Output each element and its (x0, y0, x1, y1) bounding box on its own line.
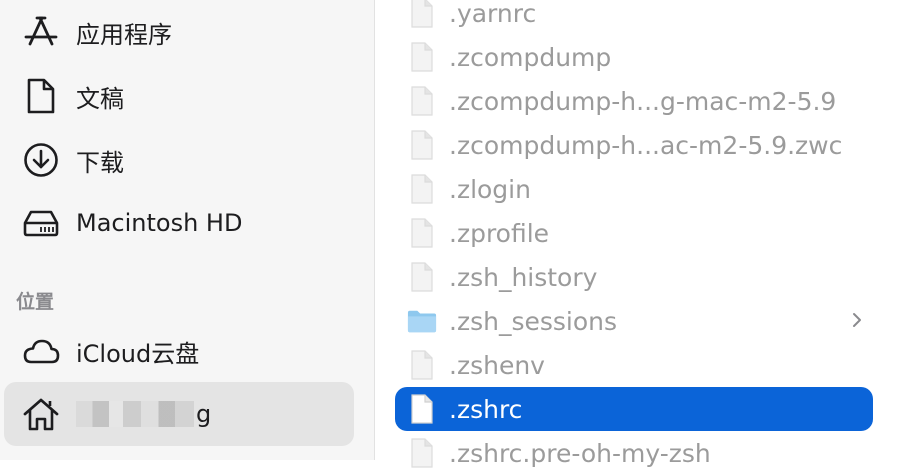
sidebar-item-label: iCloud云盘 (76, 339, 200, 368)
list-item[interactable]: .zcompdump-h...g-mac-m2-5.9 (395, 79, 873, 123)
redacted-username (76, 401, 194, 427)
list-item[interactable]: .zshrc.pre-oh-my-zsh (395, 431, 873, 475)
file-name: .zcompdump-h...ac-m2-5.9.zwc (449, 130, 843, 160)
file-icon (407, 436, 437, 470)
file-name: .zprofile (449, 218, 550, 248)
sidebar-item-label: 下载 (76, 148, 124, 177)
download-icon (20, 139, 62, 181)
list-item[interactable]: .zsh_sessions (395, 299, 873, 343)
file-icon (407, 392, 437, 426)
file-icon (407, 84, 437, 118)
file-icon (407, 172, 437, 206)
sidebar-item-downloads[interactable]: 下载 (4, 128, 354, 192)
file-icon (407, 216, 437, 250)
file-name: .zlogin (449, 174, 531, 204)
sidebar-item-label: 文稿 (76, 84, 124, 113)
file-name: .zsh_sessions (449, 306, 618, 336)
list-item[interactable]: .yarnrc (395, 0, 873, 35)
file-icon (407, 0, 437, 30)
sidebar-item-label: 应用程序 (76, 20, 172, 49)
applications-icon (20, 11, 62, 53)
list-item[interactable]: .zlogin (395, 167, 873, 211)
sidebar-item-applications[interactable]: 应用程序 (4, 0, 354, 64)
file-icon (407, 348, 437, 382)
list-item[interactable]: .zshenv (395, 343, 873, 387)
list-item[interactable]: .zsh_history (395, 255, 873, 299)
document-icon (20, 75, 62, 117)
sidebar-item-icloud[interactable]: iCloud云盘 (4, 319, 354, 383)
list-item-selected[interactable]: .zshrc (395, 387, 873, 431)
cloud-icon (20, 330, 62, 372)
section-header-locations: 位置 (16, 291, 55, 313)
file-name: .zcompdump (449, 42, 612, 72)
chevron-right-icon (849, 309, 865, 331)
file-icon (407, 128, 437, 162)
file-name: .yarnrc (449, 0, 537, 28)
file-name: .zshrc (449, 394, 523, 424)
list-item[interactable]: .zcompdump (395, 35, 873, 79)
file-icon (407, 40, 437, 74)
sidebar-item-macintosh-hd[interactable]: Macintosh HD (4, 191, 354, 255)
drive-icon (20, 202, 62, 244)
sidebar-item-label: g (196, 400, 212, 428)
sidebar-item-home[interactable]: g (4, 382, 354, 446)
file-name: .zcompdump-h...g-mac-m2-5.9 (449, 86, 837, 116)
file-name: .zshrc.pre-oh-my-zsh (449, 438, 711, 468)
file-icon (407, 260, 437, 294)
list-item[interactable]: .zprofile (395, 211, 873, 255)
file-name: .zshenv (449, 350, 545, 380)
list-item[interactable]: .zcompdump-h...ac-m2-5.9.zwc (395, 123, 873, 167)
home-icon (20, 393, 62, 435)
file-list: .yarnrc .zcompdump .zcompdump-h...g-mac-… (375, 0, 910, 468)
sidebar-item-documents[interactable]: 文稿 (4, 64, 354, 128)
file-name: .zsh_history (449, 262, 598, 292)
sidebar-item-label: Macintosh HD (76, 209, 243, 237)
folder-icon (407, 304, 437, 338)
sidebar: 应用程序 文稿 下载 Macintosh HD 位置 iCloud云盘 g (0, 0, 374, 460)
